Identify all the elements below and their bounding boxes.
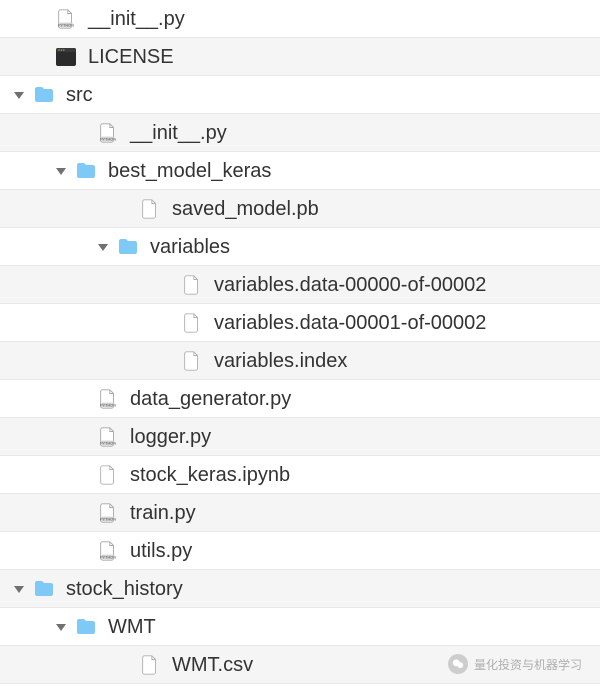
file-label: __init__.py [130,123,227,143]
watermark: 量化投资与机器学习 [448,654,582,674]
file-tree: PYTHON __init__.py LICENSE src PYTHON __init_… [0,0,600,684]
tree-row[interactable]: stock_history [0,570,600,608]
python-icon: PYTHON [96,501,120,525]
chevron-down-icon[interactable] [12,88,26,102]
svg-text:PYTHON: PYTHON [58,23,74,27]
tree-row[interactable]: LICENSE [0,38,600,76]
tree-row[interactable]: WMT [0,608,600,646]
wechat-icon [448,654,468,674]
tree-row[interactable]: best_model_keras [0,152,600,190]
svg-text:PYTHON: PYTHON [100,403,116,407]
tree-row[interactable]: stock_keras.ipynb [0,456,600,494]
folder-icon [74,615,98,639]
file-label: variables.index [214,351,347,371]
file-icon [180,273,204,297]
folder-icon [32,83,56,107]
watermark-text: 量化投资与机器学习 [474,656,582,673]
svg-text:PYTHON: PYTHON [100,137,116,141]
tree-row[interactable]: variables.data-00000-of-00002 [0,266,600,304]
file-label: utils.py [130,541,192,561]
file-label: stock_history [66,579,183,599]
file-label: src [66,85,93,105]
tree-row[interactable]: src [0,76,600,114]
tree-row[interactable]: PYTHON data_generator.py [0,380,600,418]
folder-icon [74,159,98,183]
file-label: variables.data-00001-of-00002 [214,313,486,333]
tree-row[interactable]: PYTHON utils.py [0,532,600,570]
tree-row[interactable]: PYTHON __init__.py [0,0,600,38]
file-label: WMT.csv [172,655,253,675]
file-icon [180,349,204,373]
svg-text:PYTHON: PYTHON [100,441,116,445]
file-icon [96,463,120,487]
python-icon: PYTHON [96,387,120,411]
tree-row[interactable]: variables [0,228,600,266]
folder-icon [116,235,140,259]
tree-row[interactable]: PYTHON train.py [0,494,600,532]
chevron-down-icon[interactable] [54,164,68,178]
folder-icon [32,577,56,601]
tree-row[interactable]: PYTHON __init__.py [0,114,600,152]
file-label: best_model_keras [108,161,271,181]
file-label: train.py [130,503,196,523]
file-icon [138,653,162,677]
python-icon: PYTHON [96,539,120,563]
file-label: variables.data-00000-of-00002 [214,275,486,295]
chevron-down-icon[interactable] [54,620,68,634]
python-icon: PYTHON [54,7,78,31]
python-icon: PYTHON [96,425,120,449]
file-icon [138,197,162,221]
terminal-icon [54,45,78,69]
tree-row[interactable]: saved_model.pb [0,190,600,228]
tree-row[interactable]: PYTHON logger.py [0,418,600,456]
file-label: stock_keras.ipynb [130,465,290,485]
chevron-down-icon[interactable] [96,240,110,254]
svg-text:PYTHON: PYTHON [100,555,116,559]
file-label: WMT [108,617,156,637]
svg-text:PYTHON: PYTHON [100,517,116,521]
tree-row[interactable]: variables.index [0,342,600,380]
file-label: logger.py [130,427,211,447]
file-label: saved_model.pb [172,199,319,219]
tree-row[interactable]: variables.data-00001-of-00002 [0,304,600,342]
file-label: LICENSE [88,47,174,67]
file-label: variables [150,237,230,257]
file-label: __init__.py [88,9,185,29]
chevron-down-icon[interactable] [12,582,26,596]
file-icon [180,311,204,335]
file-label: data_generator.py [130,389,291,409]
python-icon: PYTHON [96,121,120,145]
